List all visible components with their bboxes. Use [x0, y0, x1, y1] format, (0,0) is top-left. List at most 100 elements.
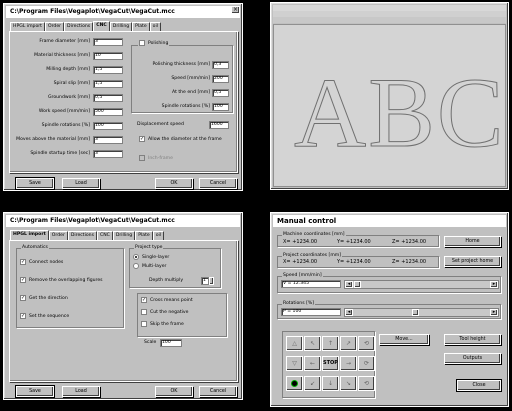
- z-down-icon[interactable]: ▽: [286, 356, 303, 371]
- tab-oil[interactable]: oil: [152, 231, 165, 240]
- scroll-left-icon[interactable]: ◂: [345, 281, 353, 288]
- spindle-on-icon[interactable]: [286, 376, 303, 391]
- speed-slider[interactable]: ◂ ▸: [344, 280, 499, 289]
- cancel-button[interactable]: Cancel: [199, 386, 237, 397]
- tab-order[interactable]: Order: [44, 22, 65, 31]
- scroll-right-icon[interactable]: ▸: [490, 281, 498, 288]
- radio-label: Multi-layer: [142, 263, 167, 269]
- radio-dot: [133, 254, 139, 260]
- scroll-right-icon[interactable]: ▸: [490, 309, 498, 316]
- multi-layer-radio[interactable]: Multi-layer: [133, 263, 166, 269]
- close-button[interactable]: Close: [456, 379, 502, 392]
- checkbox-box: ✓: [139, 136, 145, 142]
- checkbox-box: ✓: [20, 259, 26, 265]
- polishing-checkbox[interactable]: Polishing: [138, 40, 170, 46]
- load-button[interactable]: Load: [62, 178, 100, 189]
- tab-directions[interactable]: Directions: [64, 22, 94, 31]
- tab-cnc[interactable]: CNC: [93, 21, 110, 31]
- machine-z: Z= +1234.00: [392, 239, 427, 245]
- arrow-down-left-icon[interactable]: ↙: [304, 376, 321, 391]
- polishing-thickness-input[interactable]: 0,3: [212, 61, 229, 69]
- get-direction-checkbox[interactable]: ✓ Get the direction: [20, 295, 68, 301]
- field-label: Speed [mm/min]: [171, 76, 210, 81]
- move-button[interactable]: Move...: [379, 334, 429, 345]
- polish-rotations-input[interactable]: 100: [212, 103, 229, 111]
- outputs-button[interactable]: Outputs: [444, 353, 501, 364]
- tab-drilling[interactable]: Drilling: [109, 22, 133, 31]
- tab-cnc[interactable]: CNC: [97, 231, 113, 240]
- cnc-settings-window: C:\Program Files\Vegaplot\VegaCut\VegaCu…: [3, 3, 243, 191]
- tab-plate[interactable]: Plate: [132, 22, 150, 31]
- rotate-back-icon[interactable]: ⟳: [358, 356, 375, 371]
- single-layer-radio[interactable]: Single-layer: [133, 254, 169, 260]
- window-title: C:\Program Files\Vegaplot\VegaCut\VegaCu…: [6, 215, 240, 227]
- rotate-extra-icon[interactable]: ⟲: [358, 376, 375, 391]
- cut-negative-checkbox[interactable]: Cut the negative: [141, 309, 188, 315]
- radio-dot: [133, 263, 139, 269]
- slider-thumb[interactable]: [412, 309, 419, 316]
- inch-frame-checkbox[interactable]: Inch-frame: [139, 155, 173, 161]
- ok-button[interactable]: OK: [155, 386, 193, 397]
- tab-hpgl-import[interactable]: HPGL import: [10, 230, 49, 240]
- remove-overlapping-checkbox[interactable]: ✓ Remove the overlapping figures: [20, 277, 103, 283]
- groundwork-input[interactable]: 0,5: [93, 94, 123, 102]
- ok-button[interactable]: OK: [155, 178, 193, 189]
- tab-directions[interactable]: Directions: [67, 231, 97, 240]
- set-sequence-checkbox[interactable]: ✓ Set the sequence: [20, 313, 69, 319]
- arrow-left-icon[interactable]: ←: [304, 356, 321, 371]
- connect-nodes-checkbox[interactable]: ✓ Connect nodes: [20, 259, 63, 265]
- checkbox-label: Connect nodes: [29, 259, 64, 265]
- home-button[interactable]: Home: [444, 236, 501, 247]
- frame-diameter-input[interactable]: 3: [93, 38, 123, 46]
- group-title: Project coordinates [mm]: [282, 253, 343, 258]
- spiral-slip-input[interactable]: 1,5: [93, 80, 123, 88]
- save-button[interactable]: Save: [15, 177, 55, 190]
- tab-order[interactable]: Order: [48, 231, 68, 240]
- stop-button[interactable]: STOP: [322, 356, 339, 371]
- at-the-end-input[interactable]: 0,5: [212, 89, 229, 97]
- arrow-up-right-icon[interactable]: ↗: [340, 336, 357, 351]
- rotations-slider[interactable]: ◂ ▸: [344, 308, 499, 317]
- cross-means-point-checkbox[interactable]: ✓ Cross means point: [141, 297, 193, 303]
- z-up-icon[interactable]: △: [286, 336, 303, 351]
- arrow-down-right-icon[interactable]: ↘: [340, 376, 357, 391]
- tool-height-button[interactable]: Tool height: [444, 334, 501, 345]
- cancel-button[interactable]: Cancel: [199, 178, 237, 189]
- checkbox-box: [139, 40, 145, 46]
- spindle-startup-input[interactable]: 3: [93, 150, 123, 158]
- material-thickness-input[interactable]: 10: [93, 52, 123, 60]
- tab-plate[interactable]: Plate: [135, 231, 153, 240]
- rotate-icon[interactable]: ⟲: [358, 336, 375, 351]
- arrow-right-icon[interactable]: →: [340, 356, 357, 371]
- milling-depth-input[interactable]: 1,5: [93, 66, 123, 74]
- scroll-left-icon[interactable]: ◂: [345, 309, 353, 316]
- field-label: Material thickness [mm]: [34, 53, 90, 58]
- depth-spinner[interactable]: [209, 277, 214, 285]
- slider-thumb[interactable]: [354, 281, 361, 288]
- spindle-rotations-input[interactable]: 100: [93, 122, 123, 130]
- window-title: Manual control: [273, 215, 506, 227]
- displacement-label: Displacement speed: [137, 122, 184, 127]
- drawing-canvas[interactable]: ABC: [273, 24, 506, 187]
- polishing-speed-input[interactable]: 200: [212, 75, 229, 83]
- tab-oil[interactable]: oil: [149, 22, 162, 31]
- save-button[interactable]: Save: [15, 385, 55, 398]
- allow-diameter-checkbox[interactable]: ✓ Allow the diameter at the frame: [139, 136, 222, 142]
- tab-hpgl-import[interactable]: HPGL import: [10, 22, 45, 31]
- group-title: Automatics: [21, 245, 49, 250]
- displacement-speed-input[interactable]: 1600: [209, 121, 229, 129]
- arrow-down-icon[interactable]: ↓: [322, 376, 339, 391]
- scale-input[interactable]: 100: [160, 339, 182, 347]
- depth-multiply-input[interactable]: 1: [201, 277, 209, 285]
- group-title: Machine coordinates [mm]: [282, 232, 346, 237]
- work-speed-input[interactable]: 500: [93, 108, 123, 116]
- moves-above-input[interactable]: 3: [93, 136, 123, 144]
- load-button[interactable]: Load: [62, 386, 100, 397]
- checkbox-label: Skip the frame: [150, 321, 184, 327]
- tab-drilling[interactable]: Drilling: [112, 231, 136, 240]
- close-icon[interactable]: ×: [231, 6, 240, 14]
- set-project-home-button[interactable]: Set project home: [444, 256, 501, 267]
- arrow-up-icon[interactable]: ↑: [322, 336, 339, 351]
- arrow-up-left-icon[interactable]: ↖: [304, 336, 321, 351]
- skip-frame-checkbox[interactable]: Skip the frame: [141, 321, 184, 327]
